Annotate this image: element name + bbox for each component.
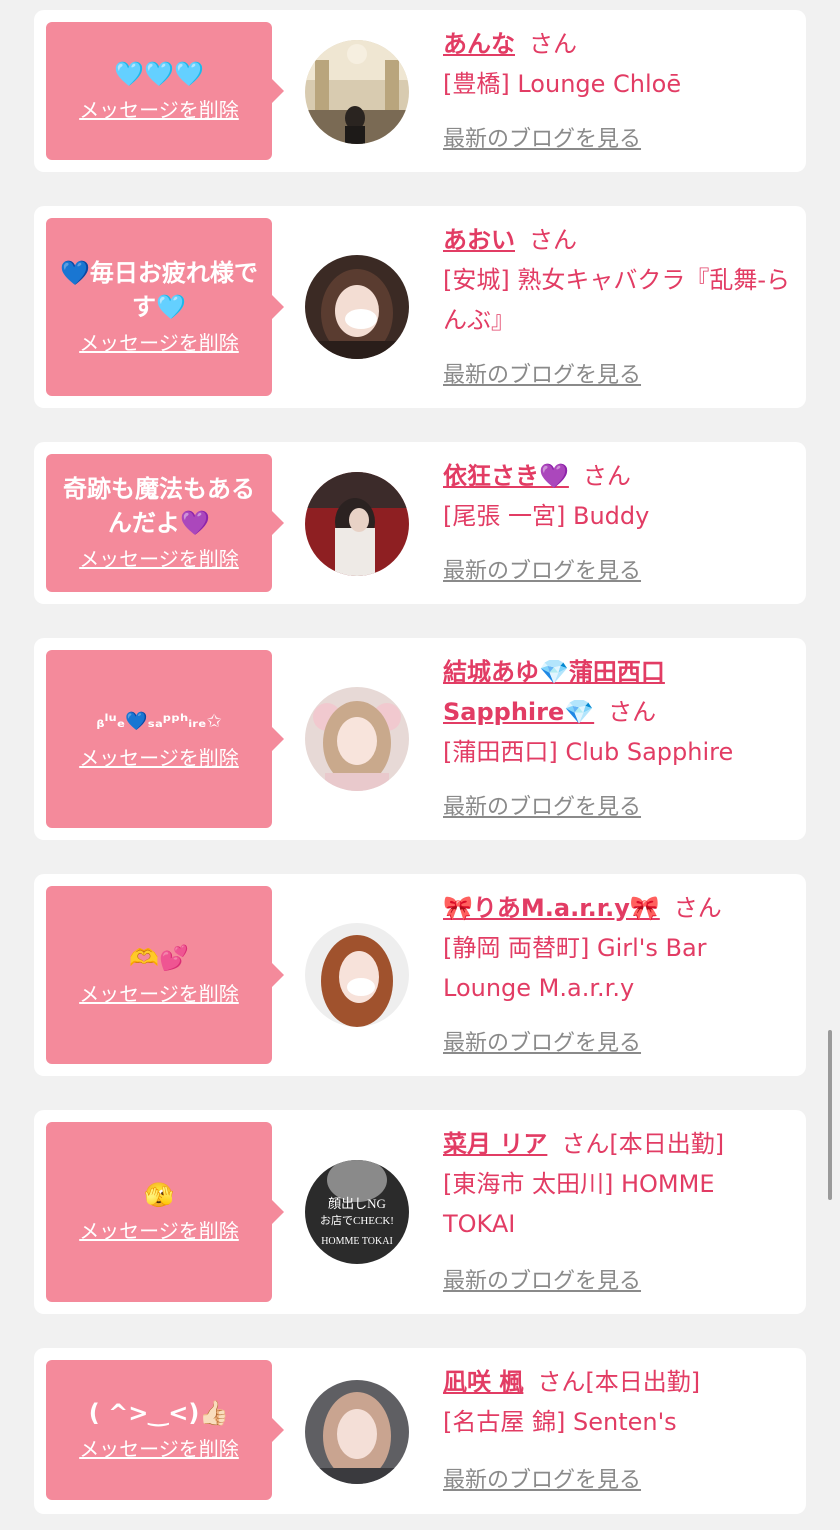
list-item: 💙毎日お疲れ様です🩵 メッセージを削除 あおい さん [安城] 熟女キャバクラ『乱… <box>34 206 806 408</box>
photo-avatar-icon[interactable] <box>305 1380 409 1484</box>
message-bubble: 🫣 メッセージを削除 <box>46 1122 284 1302</box>
shop-text: [尾張 一宮] Buddy <box>443 502 650 530</box>
list-item: 🫣 メッセージを削除 顔出しNG お店でCHECK! HOMME TOKAI 菜… <box>34 1110 806 1314</box>
message-bubble: 💙毎日お疲れ様です🩵 メッセージを削除 <box>46 218 284 396</box>
message-text: 奇跡も魔法もあるんだよ💜 <box>63 475 255 537</box>
item-info: 結城あゆ💎蒲田西口 Sapphire💎 さん [蒲田西口] Club Sapphi… <box>443 652 793 772</box>
avatar-caption: お店でCHECK! <box>320 1213 394 1227</box>
item-info: 凪咲 楓さん[本日出勤] [名古屋 錦] Senten's <box>443 1362 793 1442</box>
delete-message-link[interactable]: メッセージを削除 <box>79 544 239 574</box>
delete-message-link[interactable]: メッセージを削除 <box>79 979 239 1009</box>
photo-avatar-icon[interactable] <box>305 472 409 576</box>
list-item: ᵦˡᵘₑ💙ₛₐᵖᵖʰᵢᵣₑ✩ メッセージを削除 結城あゆ💎蒲田西口 Sapphi… <box>34 638 806 840</box>
avatar-caption: HOMME TOKAI <box>321 1236 393 1247</box>
cast-name-link[interactable]: 菜月 リア <box>443 1130 547 1158</box>
message-text: 🩵🩵🩵 <box>114 60 204 88</box>
message-text: 💙毎日お疲れ様です🩵 <box>60 259 258 321</box>
avatar-caption: 顔出しNG <box>328 1196 386 1211</box>
latest-blog-link[interactable]: 最新のブログを見る <box>443 793 641 823</box>
photo-avatar-icon[interactable]: 顔出しNG お店でCHECK! HOMME TOKAI <box>305 1160 409 1264</box>
delete-message-link[interactable]: メッセージを削除 <box>79 328 239 358</box>
message-bubble: ᵦˡᵘₑ💙ₛₐᵖᵖʰᵢᵣₑ✩ メッセージを削除 <box>46 650 284 828</box>
cast-name-link[interactable]: あんな <box>443 30 515 58</box>
latest-blog-link[interactable]: 最新のブログを見る <box>443 557 641 587</box>
shop-text: [名古屋 錦] Senten's <box>443 1408 677 1436</box>
honorific: さん <box>529 30 577 58</box>
list-item: 奇跡も魔法もあるんだよ💜 メッセージを削除 依狂さき💜 さん [尾張 一宮] Bu… <box>34 442 806 604</box>
message-bubble: 🫶💕 メッセージを削除 <box>46 886 284 1064</box>
latest-blog-link[interactable]: 最新のブログを見る <box>443 361 641 391</box>
item-info: あんな さん [豊橋] Lounge Chloē <box>443 24 793 104</box>
latest-blog-link[interactable]: 最新のブログを見る <box>443 1029 641 1059</box>
shop-text: [東海市 太田川] HOMME TOKAI <box>443 1170 715 1238</box>
message-bubble: ( ^>‿<)👍🏻 メッセージを削除 <box>46 1360 284 1500</box>
honorific: さん <box>529 226 577 254</box>
message-text: 🫣 <box>144 1181 174 1209</box>
photo-avatar-icon[interactable] <box>305 255 409 359</box>
honorific: さん <box>608 698 657 726</box>
message-bubble: 🩵🩵🩵 メッセージを削除 <box>46 22 284 160</box>
cast-name-link[interactable]: 依狂さき💜 <box>443 462 569 490</box>
shop-text: [豊橋] Lounge Chloē <box>443 70 682 98</box>
delete-message-link[interactable]: メッセージを削除 <box>79 743 239 773</box>
message-text: ( ^>‿<)👍🏻 <box>88 1399 230 1427</box>
favorites-list: 🩵🩵🩵 メッセージを削除 あんな さん [豊橋] Lounge Chloē 最新の… <box>0 0 840 1530</box>
shop-text: [安城] 熟女キャバクラ『乱舞-らんぶ』 <box>443 266 791 334</box>
delete-message-link[interactable]: メッセージを削除 <box>79 1434 239 1464</box>
photo-avatar-icon[interactable] <box>305 687 409 791</box>
latest-blog-link[interactable]: 最新のブログを見る <box>443 125 641 155</box>
shop-text: [静岡 両替町] Girl's Bar Lounge M.a.r.r.y <box>443 934 707 1002</box>
item-info: 🎀りあM.a.r.r.y🎀 さん [静岡 両替町] Girl's Bar Loun… <box>443 888 793 1008</box>
cast-name-link[interactable]: あおい <box>443 226 515 254</box>
latest-blog-link[interactable]: 最新のブログを見る <box>443 1466 641 1496</box>
list-item: ( ^>‿<)👍🏻 メッセージを削除 凪咲 楓さん[本日出勤] [名古屋 錦] … <box>34 1348 806 1514</box>
list-item: 🩵🩵🩵 メッセージを削除 あんな さん [豊橋] Lounge Chloē 最新の… <box>34 10 806 172</box>
list-item: 🫶💕 メッセージを削除 🎀りあM.a.r.r.y🎀 さん [静岡 両替町] Gir… <box>34 874 806 1076</box>
cast-name-link[interactable]: 🎀りあM.a.r.r.y🎀 <box>443 894 660 922</box>
latest-blog-link[interactable]: 最新のブログを見る <box>443 1267 641 1297</box>
honorific: さん <box>673 894 722 922</box>
message-text: ᵦˡᵘₑ💙ₛₐᵖᵖʰᵢᵣₑ✩ <box>96 711 222 732</box>
scrollbar[interactable] <box>828 1030 832 1200</box>
photo-avatar-icon[interactable] <box>305 40 409 144</box>
delete-message-link[interactable]: メッセージを削除 <box>79 95 239 125</box>
item-info: あおい さん [安城] 熟女キャバクラ『乱舞-らんぶ』 <box>443 220 793 340</box>
shop-text: [蒲田西口] Club Sapphire <box>443 738 734 766</box>
photo-avatar-icon[interactable] <box>305 923 409 1027</box>
cast-name-link[interactable]: 凪咲 楓 <box>443 1368 523 1396</box>
honorific: さん <box>582 462 631 490</box>
message-text: 🫶💕 <box>129 944 189 972</box>
item-info: 菜月 リア さん[本日出勤] [東海市 太田川] HOMME TOKAI <box>443 1124 793 1244</box>
item-info: 依狂さき💜 さん [尾張 一宮] Buddy <box>443 456 793 536</box>
delete-message-link[interactable]: メッセージを削除 <box>79 1216 239 1246</box>
honorific: さん[本日出勤] <box>537 1368 701 1396</box>
honorific: さん[本日出勤] <box>561 1130 725 1158</box>
message-bubble: 奇跡も魔法もあるんだよ💜 メッセージを削除 <box>46 454 284 592</box>
